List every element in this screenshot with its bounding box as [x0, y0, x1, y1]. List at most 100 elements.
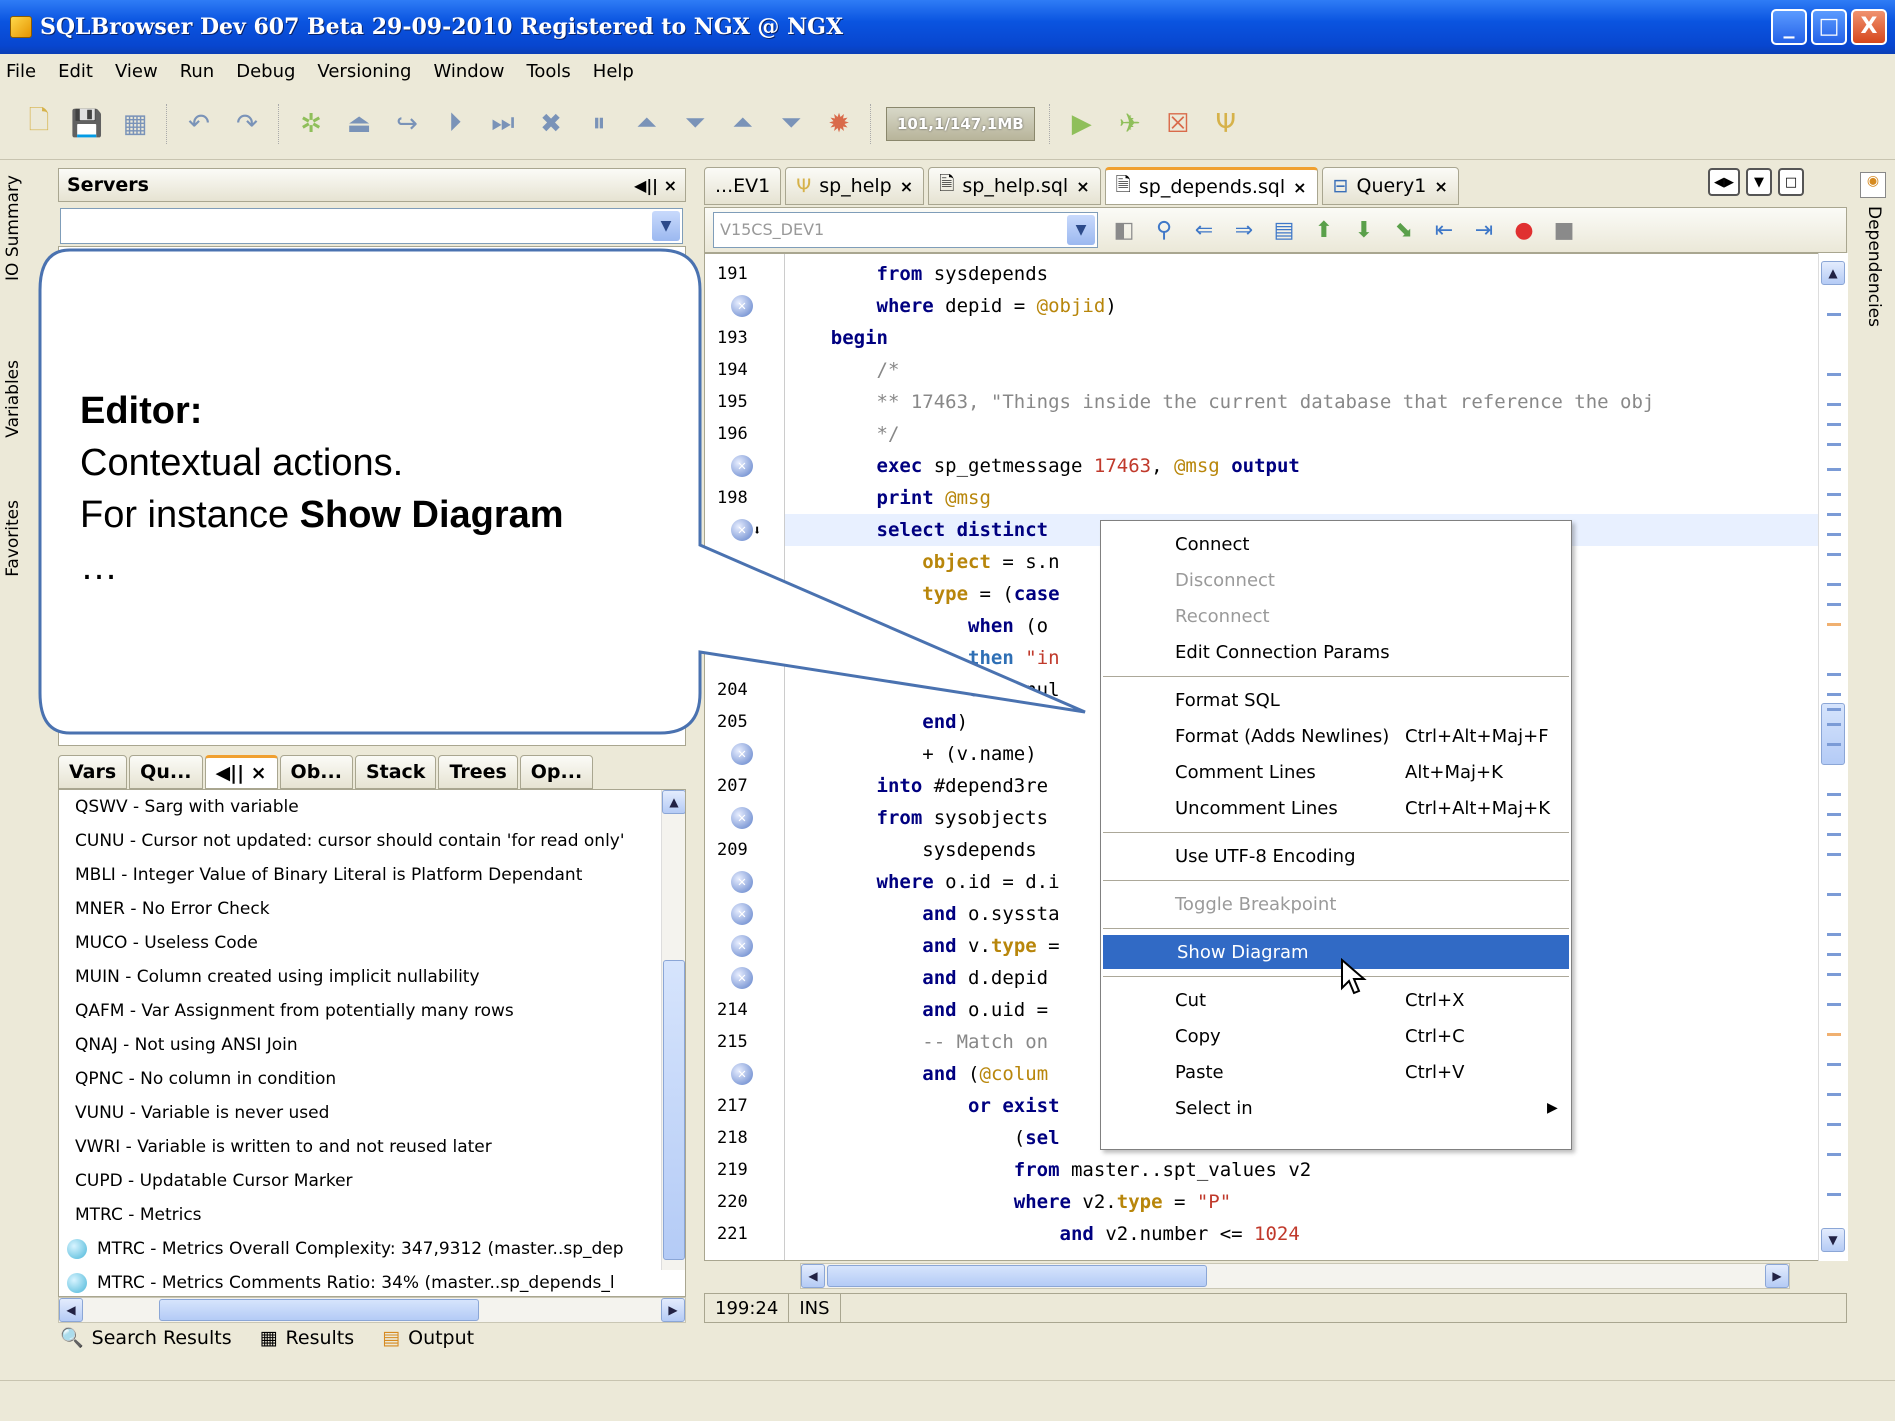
step-into-icon[interactable]: ⏷: [678, 107, 712, 141]
menu-item-uncomment-lines[interactable]: Uncomment Lines Ctrl+Alt+Maj+K: [1101, 791, 1571, 825]
up-frame-icon[interactable]: ⏶: [726, 107, 760, 141]
error-marker-icon[interactable]: ✕: [731, 519, 753, 541]
stripe-mark[interactable]: [1827, 513, 1841, 516]
error-marker-icon[interactable]: ✕: [731, 1063, 753, 1085]
metric-item[interactable]: MTRC - Metrics Overall Complexity: 347,9…: [59, 1232, 685, 1266]
kill-icon[interactable]: ✹: [822, 107, 856, 141]
find-next-icon[interactable]: ⇒: [1230, 216, 1258, 244]
rule-item[interactable]: VUNU - Variable is never used: [59, 1096, 685, 1130]
next-bookmark-icon[interactable]: ⬇: [1350, 216, 1378, 244]
code-line[interactable]: and v2.number <= 1024: [785, 1218, 1846, 1250]
stripe-mark[interactable]: [1827, 1093, 1841, 1096]
tab-vars[interactable]: Vars: [58, 755, 128, 789]
line-number[interactable]: 204: [705, 674, 785, 706]
output-tab[interactable]: ▤ Output: [382, 1327, 474, 1349]
toggle-bookmark-icon[interactable]: ⬊: [1390, 216, 1418, 244]
stripe-mark[interactable]: [1827, 623, 1841, 626]
line-number[interactable]: 195: [705, 386, 785, 418]
tab-rules-controls[interactable]: ◀|| ×: [216, 762, 267, 784]
continue-icon[interactable]: ⏵: [438, 107, 472, 141]
stripe-mark[interactable]: [1827, 1033, 1841, 1036]
run-icon[interactable]: ▶: [1065, 107, 1099, 141]
rule-item[interactable]: QNAJ - Not using ANSI Join: [59, 1028, 685, 1062]
scroll-left-icon[interactable]: ◀: [59, 1298, 83, 1322]
save-all-icon[interactable]: ▦: [118, 107, 152, 141]
stop-debug-icon[interactable]: ✖: [534, 107, 568, 141]
stripe-mark[interactable]: [1827, 693, 1841, 696]
rules-vscroll[interactable]: ▲: [661, 790, 685, 1270]
code-hscroll-thumb[interactable]: [827, 1265, 1207, 1287]
menu-item-comment-lines[interactable]: Comment Lines Alt+Maj+K: [1101, 755, 1571, 789]
code-line[interactable]: /*: [785, 354, 1846, 386]
line-number[interactable]: 191: [705, 258, 785, 290]
chevron-down-icon[interactable]: ▼: [652, 211, 680, 241]
menu-debug[interactable]: Debug: [236, 61, 295, 82]
tab-io-summary[interactable]: IO Summary: [3, 175, 23, 281]
line-number[interactable]: ✕: [705, 738, 785, 770]
error-stripe[interactable]: ▲ ▼: [1818, 253, 1848, 1261]
error-marker-icon[interactable]: ✕: [731, 871, 753, 893]
menu-edit[interactable]: Edit: [58, 61, 93, 82]
stripe-mark[interactable]: [1827, 1123, 1841, 1126]
line-number[interactable]: [705, 610, 785, 642]
undo-icon[interactable]: ↶: [182, 107, 216, 141]
stripe-mark[interactable]: [1827, 708, 1841, 711]
save-icon[interactable]: 💾: [70, 107, 104, 141]
rule-item[interactable]: MTRC - Metrics: [59, 1198, 685, 1232]
error-marker-icon[interactable]: ✕: [731, 967, 753, 989]
menu-item-format-sql[interactable]: Format SQL: [1101, 683, 1571, 717]
error-marker-icon[interactable]: ✕: [731, 295, 753, 317]
close-button[interactable]: X: [1851, 9, 1887, 45]
redo-icon[interactable]: ↷: [230, 107, 264, 141]
search-results-tab[interactable]: 🔍 Search Results: [60, 1326, 232, 1350]
toggle-highlight-icon[interactable]: ▤: [1270, 216, 1298, 244]
stripe-mark[interactable]: [1827, 603, 1841, 606]
stripe-mark[interactable]: [1827, 423, 1841, 426]
menu-help[interactable]: Help: [593, 61, 634, 82]
menu-item-reconnect[interactable]: Reconnect: [1101, 599, 1571, 633]
menu-run[interactable]: Run: [180, 61, 215, 82]
find-prev-icon[interactable]: ⇐: [1190, 216, 1218, 244]
last-edit-icon[interactable]: ◧: [1110, 216, 1138, 244]
scroll-down-icon[interactable]: ▼: [1821, 1228, 1845, 1252]
code-line[interactable]: */: [785, 418, 1846, 450]
stripe-mark[interactable]: [1827, 443, 1841, 446]
line-number[interactable]: 219: [705, 1154, 785, 1186]
menu-item-select-in[interactable]: Select in ▶: [1101, 1091, 1571, 1125]
error-marker-icon[interactable]: ✕: [731, 935, 753, 957]
stripe-mark[interactable]: [1827, 833, 1841, 836]
servers-panel-controls[interactable]: ◀|| ×: [634, 176, 677, 195]
stripe-mark[interactable]: [1827, 853, 1841, 856]
rule-item[interactable]: CUNU - Cursor not updated: cursor should…: [59, 824, 685, 858]
tab-list-icon[interactable]: ▼: [1746, 168, 1772, 196]
scroll-up-icon[interactable]: ▲: [662, 790, 685, 814]
menu-window[interactable]: Window: [433, 61, 504, 82]
line-number[interactable]: 194: [705, 354, 785, 386]
code-line[interactable]: exec sp_getmessage 17463, @msg output: [785, 450, 1846, 482]
stripe-mark[interactable]: [1827, 403, 1841, 406]
shift-left-icon[interactable]: ⇤: [1430, 216, 1458, 244]
line-number[interactable]: ✕ ⬇: [705, 514, 785, 546]
line-number[interactable]: 221: [705, 1218, 785, 1250]
down-frame-icon[interactable]: ⏷: [774, 107, 808, 141]
rule-item[interactable]: CUPD - Updatable Cursor Marker: [59, 1164, 685, 1198]
stripe-mark[interactable]: [1827, 743, 1841, 746]
line-number[interactable]: ✕: [705, 866, 785, 898]
tab-sp-help-sql[interactable]: 🗎 sp_help.sql ×: [928, 167, 1101, 205]
rules-hscroll[interactable]: ◀ ▶: [58, 1297, 686, 1323]
line-number[interactable]: [705, 546, 785, 578]
stripe-mark[interactable]: [1827, 583, 1841, 586]
menu-item-copy[interactable]: Copy Ctrl+C: [1101, 1019, 1571, 1053]
tab-query1[interactable]: ⊟ Query1 ×: [1321, 167, 1459, 205]
menu-file[interactable]: File: [6, 61, 36, 82]
memory-indicator[interactable]: 101,1/147,1MB: [886, 106, 1035, 141]
step-out-icon[interactable]: ⏶: [630, 107, 664, 141]
tab-options[interactable]: Op...: [519, 755, 594, 789]
tab-stack[interactable]: Stack: [354, 755, 437, 789]
stripe-mark[interactable]: [1827, 313, 1841, 316]
line-number[interactable]: ✕: [705, 898, 785, 930]
stripe-mark[interactable]: [1827, 533, 1841, 536]
line-number[interactable]: 215: [705, 1026, 785, 1058]
shift-right-icon[interactable]: ⇥: [1470, 216, 1498, 244]
scroll-up-icon[interactable]: ▲: [1821, 261, 1845, 285]
